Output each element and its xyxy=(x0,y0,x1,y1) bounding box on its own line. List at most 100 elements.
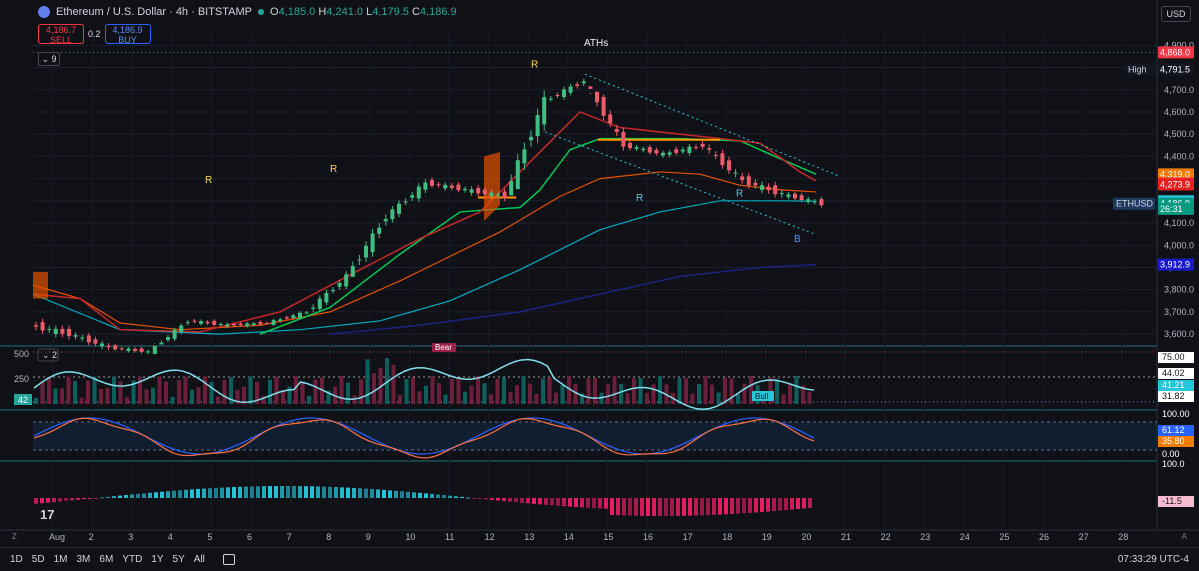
highlight-zone xyxy=(33,271,48,299)
candle-body xyxy=(595,91,599,103)
macd-bar xyxy=(568,498,572,507)
candle-body xyxy=(614,128,619,132)
candle-body xyxy=(291,315,296,319)
volume-toggle-count: ⌄ 2 xyxy=(42,350,57,360)
time-tick-label: 26 xyxy=(1039,532,1049,542)
tradingview-logo[interactable]: 17 xyxy=(40,507,54,522)
macd-bar xyxy=(130,494,134,498)
macd-bar xyxy=(316,486,320,498)
range-button-1m[interactable]: 1M xyxy=(54,554,68,565)
volume-bar xyxy=(430,376,435,404)
currency-select[interactable]: USD xyxy=(1161,6,1191,22)
time-tick-label: 23 xyxy=(920,532,930,542)
volume-bar xyxy=(794,376,799,404)
volume-bar xyxy=(716,392,721,404)
price-label: 4,868.0 xyxy=(1160,47,1190,57)
volume-bar xyxy=(606,384,610,404)
candle-body xyxy=(555,94,560,96)
macd-bar xyxy=(364,488,368,498)
volume-bar xyxy=(177,380,181,404)
volume-bar xyxy=(684,378,688,404)
macd-bar xyxy=(262,486,266,498)
stoch-label: 0.00 xyxy=(1162,449,1180,459)
calendar-icon[interactable] xyxy=(222,554,235,565)
r-marker: R xyxy=(736,188,743,199)
macd-bar xyxy=(766,498,770,512)
macd-bar xyxy=(562,498,566,507)
volume-bar xyxy=(521,376,526,404)
volume-bar xyxy=(144,389,149,404)
candle-body xyxy=(443,184,448,189)
volume-bar xyxy=(190,389,194,404)
range-button-ytd[interactable]: YTD xyxy=(122,554,142,565)
macd-bar xyxy=(160,491,164,498)
candle-body xyxy=(713,154,718,156)
sell-button[interactable]: 4,186.7 SELL xyxy=(38,24,84,45)
symbol-title[interactable]: Ethereum / U.S. Dollar · 4h · BITSTAMP xyxy=(56,6,252,18)
candle-body xyxy=(350,266,355,277)
volume-bar xyxy=(294,376,298,404)
candle-body xyxy=(199,321,203,324)
bull-label: Bull xyxy=(755,392,769,401)
macd-bar xyxy=(250,486,254,498)
clock[interactable]: 07:33:29 UTC-4 xyxy=(1118,554,1189,565)
macd-bar xyxy=(76,498,80,500)
range-button-5d[interactable]: 5D xyxy=(32,554,45,565)
range-button-6m[interactable]: 6M xyxy=(99,554,113,565)
chart-canvas[interactable]: 4,900.04,800.04,700.04,600.04,500.04,400… xyxy=(0,0,1199,570)
macd-bar xyxy=(268,486,272,498)
zoom-icon[interactable]: Z xyxy=(12,532,17,541)
candle-body xyxy=(337,282,342,287)
macd-bar xyxy=(808,498,812,508)
candle-body xyxy=(529,136,533,141)
auto-scale-icon[interactable]: A xyxy=(1182,532,1187,541)
macd-bar xyxy=(94,498,98,499)
candle-body xyxy=(456,184,461,191)
candle-body xyxy=(621,131,626,147)
candle-body xyxy=(331,290,335,292)
macd-bar xyxy=(622,498,626,516)
candle-body xyxy=(773,185,778,195)
candle-body xyxy=(212,320,217,325)
rsi-label: 41.21 xyxy=(1162,380,1185,390)
volume-bar xyxy=(216,396,220,404)
volume-bar xyxy=(79,397,84,404)
macd-bar xyxy=(220,487,224,498)
time-tick-label: 3 xyxy=(128,532,133,542)
range-button-5y[interactable]: 5Y xyxy=(173,554,185,565)
volume-bar xyxy=(222,379,227,404)
candle-body xyxy=(766,186,771,191)
volume-bar xyxy=(157,376,162,404)
macd-bar xyxy=(58,498,62,502)
volume-bar xyxy=(703,376,708,404)
time-tick-label: 20 xyxy=(801,532,811,542)
volume-bar xyxy=(92,376,97,404)
macd-bar xyxy=(328,486,332,498)
volume-bar xyxy=(560,384,565,404)
candle-body xyxy=(753,182,758,186)
candle-body xyxy=(489,192,494,197)
range-button-1d[interactable]: 1D xyxy=(10,554,23,565)
macd-bar xyxy=(358,488,362,498)
macd-bar xyxy=(736,498,740,514)
range-button-1y[interactable]: 1Y xyxy=(151,554,163,565)
indicator-toggle[interactable]: ⌄ 9 xyxy=(38,52,60,66)
macd-bar xyxy=(514,498,518,503)
candle-body xyxy=(298,312,302,318)
candle-body xyxy=(581,81,586,84)
time-tick-label: 11 xyxy=(445,532,454,542)
macd-bar xyxy=(616,498,620,516)
range-button-3m[interactable]: 3M xyxy=(77,554,91,565)
volume-bar xyxy=(515,385,519,404)
macd-bar xyxy=(340,487,344,498)
macd-bar xyxy=(178,490,182,498)
macd-bar xyxy=(526,498,530,504)
b-marker: B xyxy=(794,234,801,245)
buy-button[interactable]: 4,186.9 BUY xyxy=(104,24,151,45)
candle-body xyxy=(152,345,157,354)
volume-bar xyxy=(638,378,643,404)
macd-bar xyxy=(112,496,116,498)
candle-body xyxy=(568,86,573,93)
volume-bar xyxy=(404,379,409,404)
range-button-all[interactable]: All xyxy=(194,554,205,565)
